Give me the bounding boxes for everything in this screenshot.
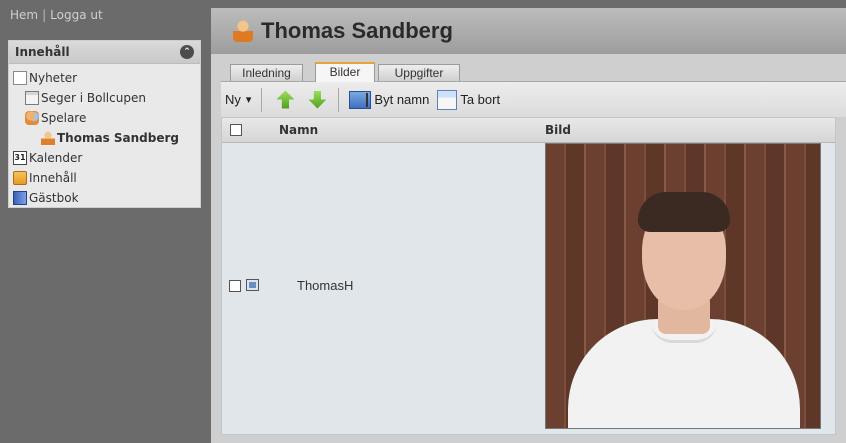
images-table: Namn Bild ThomasH [221, 117, 836, 435]
tree-item-label: Gästbok [29, 191, 79, 205]
calendar-icon: 31 [13, 151, 27, 165]
table-row[interactable]: ThomasH [222, 143, 835, 434]
page-icon [25, 91, 39, 105]
main-panel: Thomas Sandberg Inledning Bilder Uppgift… [211, 8, 846, 443]
tree-item-kalender[interactable]: 31 Kalender [9, 148, 200, 168]
logout-link[interactable]: Logga ut [50, 8, 103, 22]
toolbar-divider [338, 87, 340, 112]
tree-item-spelare[interactable]: Spelare [9, 108, 200, 128]
toolbar: Ny ▾ Byt namn Ta bort [221, 82, 846, 117]
guestbook-icon [13, 191, 27, 205]
tree-item-label: Innehåll [29, 171, 77, 185]
top-nav: Hem | Logga ut [10, 8, 103, 22]
tree-item-seger-i-bollcupen[interactable]: Seger i Bollcupen [9, 88, 200, 108]
tab-uppgifter[interactable]: Uppgifter [378, 64, 460, 81]
user-icon [233, 20, 253, 42]
content-tree: Nyheter Seger i Bollcupen Spelare Thomas… [9, 64, 200, 208]
row-checkbox[interactable] [229, 280, 241, 292]
arrow-down-icon[interactable] [308, 90, 327, 109]
rename-button-label: Byt namn [374, 92, 430, 107]
photo-hair [638, 192, 730, 232]
new-button-label: Ny [225, 92, 241, 107]
box-icon [13, 171, 27, 185]
calendar-delete-icon [437, 89, 458, 110]
tree-item-innehall[interactable]: Innehåll [9, 168, 200, 188]
title-bar: Thomas Sandberg [211, 8, 846, 54]
document-icon [13, 71, 27, 85]
chevron-down-icon: ▾ [245, 94, 252, 106]
column-header-name[interactable]: Namn [279, 123, 318, 137]
image-icon [246, 279, 259, 291]
tree-item-label: Spelare [41, 111, 87, 125]
rename-icon [349, 90, 372, 109]
home-link[interactable]: Hem [10, 8, 38, 22]
page-title: Thomas Sandberg [261, 18, 453, 43]
arrow-up-icon[interactable] [276, 90, 295, 109]
sidebar-header: Innehåll ⌃ [9, 41, 200, 64]
tab-bilder[interactable]: Bilder [315, 62, 375, 82]
delete-button[interactable]: Ta bort [433, 89, 504, 110]
tree-item-gastbok[interactable]: Gästbok [9, 188, 200, 208]
player-photo [545, 143, 821, 429]
tree-item-label: Nyheter [29, 71, 78, 85]
tab-inledning[interactable]: Inledning [230, 64, 303, 81]
tree-item-label: Kalender [29, 151, 83, 165]
row-name: ThomasH [297, 278, 354, 293]
nav-separator: | [42, 8, 47, 22]
new-button[interactable]: Ny ▾ [221, 92, 255, 107]
tree-item-nyheter[interactable]: Nyheter [9, 68, 200, 88]
user-icon [41, 131, 55, 145]
rename-button[interactable]: Byt namn [345, 90, 433, 109]
tree-item-label: Seger i Bollcupen [41, 91, 146, 105]
select-all-checkbox[interactable] [230, 124, 242, 136]
tree-item-label: Thomas Sandberg [57, 131, 180, 145]
tab-bar: Inledning Bilder Uppgifter [221, 61, 846, 82]
delete-button-label: Ta bort [460, 92, 501, 107]
sidebar-title: Innehåll [15, 45, 70, 59]
users-icon [25, 111, 39, 125]
sidebar-panel: Innehåll ⌃ Nyheter Seger i Bollcupen Spe… [8, 40, 201, 208]
collapse-icon[interactable]: ⌃ [180, 45, 194, 59]
column-header-image[interactable]: Bild [545, 123, 571, 137]
toolbar-divider [261, 87, 263, 112]
tree-item-thomas-sandberg[interactable]: Thomas Sandberg [9, 128, 200, 148]
table-header: Namn Bild [222, 118, 835, 143]
